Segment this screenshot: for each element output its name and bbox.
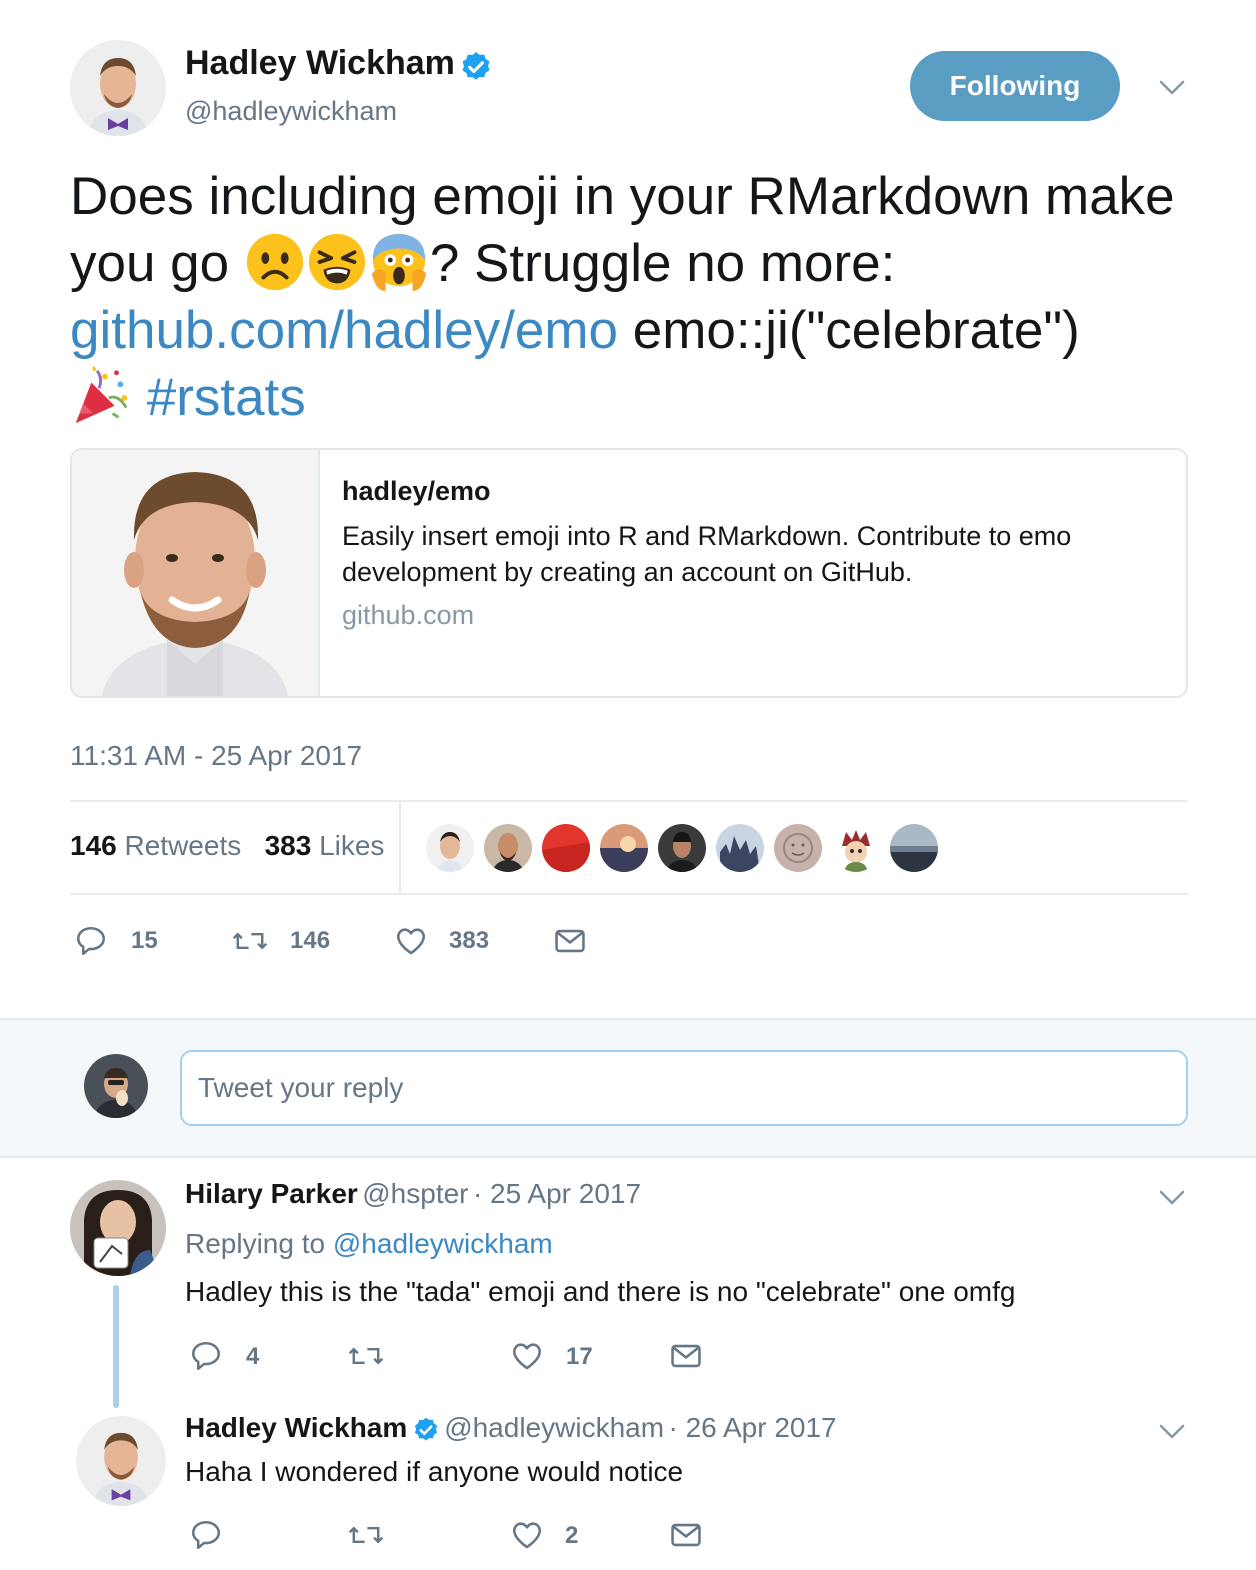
retweets-count: 146 (70, 830, 117, 861)
tweet-link[interactable]: github.com/hadley/emo (70, 301, 618, 360)
heart-icon[interactable] (394, 924, 428, 963)
reply-date[interactable]: · 26 Apr 2017 (668, 1412, 836, 1443)
direct-message-icon[interactable] (669, 1339, 703, 1378)
reply-author-avatar[interactable] (70, 1180, 166, 1276)
reply-count[interactable]: 4 (246, 1343, 259, 1371)
scream-face-icon (368, 231, 430, 293)
reply-count[interactable]: 15 (131, 927, 158, 955)
verified-badge-icon (412, 1416, 440, 1449)
retweet-count[interactable]: 146 (290, 927, 330, 955)
card-domain: github.com (342, 600, 475, 630)
reply-icon[interactable] (189, 1339, 223, 1378)
retweet-icon[interactable] (347, 1518, 385, 1557)
author-name[interactable]: Hadley Wickham (185, 44, 455, 82)
liker-avatar[interactable] (600, 824, 648, 872)
liker-avatar[interactable] (426, 824, 474, 872)
likes-stat[interactable]: 383 Likes (265, 830, 385, 861)
divider (70, 893, 1188, 895)
card-title: hadley/emo (342, 476, 491, 506)
likes-count: 383 (264, 830, 312, 861)
reply-text: Hadley this is the "tada" emoji and ther… (185, 1276, 1016, 1307)
reply-date[interactable]: · 25 Apr 2017 (473, 1178, 641, 1209)
like-count[interactable]: 2 (565, 1522, 578, 1550)
replying-to: Replying to @hadleywickham (185, 1228, 553, 1260)
liker-avatar[interactable] (658, 824, 706, 872)
hashtag-link[interactable]: #rstats (147, 368, 306, 427)
tweet-timestamp[interactable]: 11:31 AM - 25 Apr 2017 (70, 740, 362, 772)
author-handle[interactable]: @hadleywickham (185, 96, 397, 127)
thread-connector-line (113, 1285, 119, 1408)
tweet-text-part3: emo::ji("celebrate") (618, 301, 1080, 360)
reply-author-name[interactable]: Hadley Wickham (185, 1412, 407, 1443)
like-count[interactable]: 17 (566, 1343, 593, 1371)
chevron-down-icon[interactable] (1158, 1186, 1186, 1213)
retweet-icon[interactable] (231, 924, 269, 963)
direct-message-icon[interactable] (553, 924, 587, 963)
chevron-down-icon[interactable] (1158, 1420, 1186, 1447)
heart-icon[interactable] (510, 1339, 544, 1378)
following-button[interactable]: Following (910, 51, 1120, 121)
liker-avatar[interactable] (542, 824, 590, 872)
replying-to-handle[interactable]: @hadleywickham (333, 1228, 553, 1259)
reply-icon[interactable] (189, 1518, 223, 1557)
liker-avatar[interactable] (484, 824, 532, 872)
retweets-stat[interactable]: 146 Retweets (70, 830, 241, 861)
replying-to-prefix: Replying to (185, 1228, 333, 1259)
heart-icon[interactable] (510, 1518, 544, 1557)
liker-avatar[interactable] (832, 824, 880, 872)
divider (70, 800, 1188, 802)
tweet-text-part2: ? Struggle no more: (429, 234, 896, 293)
reply-icon[interactable] (74, 924, 108, 963)
reply-text: Haha I wondered if anyone would notice (185, 1456, 684, 1487)
chevron-down-icon[interactable] (1158, 76, 1186, 103)
reply-author-handle[interactable]: @hadleywickham (444, 1412, 664, 1443)
frowning-face-icon (244, 231, 306, 293)
author-avatar[interactable] (70, 40, 166, 136)
engagement-stats: 146 Retweets 383 Likes (70, 830, 384, 862)
reply-author-handle[interactable]: @hspter (362, 1178, 468, 1209)
liker-avatar[interactable] (774, 824, 822, 872)
verified-badge-icon (459, 50, 493, 89)
reply-input[interactable] (180, 1050, 1188, 1126)
link-preview-card[interactable]: hadley/emo Easily insert emoji into R an… (70, 448, 1188, 698)
liker-avatar[interactable] (716, 824, 764, 872)
liker-avatar[interactable] (890, 824, 938, 872)
retweets-label: Retweets (124, 830, 242, 861)
tweet-text: Does including emoji in your RMarkdown m… (70, 163, 1220, 431)
direct-message-icon[interactable] (669, 1518, 703, 1557)
card-description: Easily insert emoji into R and RMarkdown… (342, 521, 1072, 587)
party-popper-icon (70, 365, 132, 427)
card-thumbnail (72, 450, 320, 696)
reply-author-name[interactable]: Hilary Parker (185, 1178, 358, 1209)
reply-author-avatar[interactable] (76, 1416, 166, 1506)
likes-label: Likes (319, 830, 385, 861)
tired-face-icon (306, 231, 368, 293)
stats-divider (399, 802, 401, 894)
retweet-icon[interactable] (347, 1339, 385, 1378)
like-count[interactable]: 383 (449, 927, 489, 955)
current-user-avatar[interactable] (84, 1054, 148, 1118)
